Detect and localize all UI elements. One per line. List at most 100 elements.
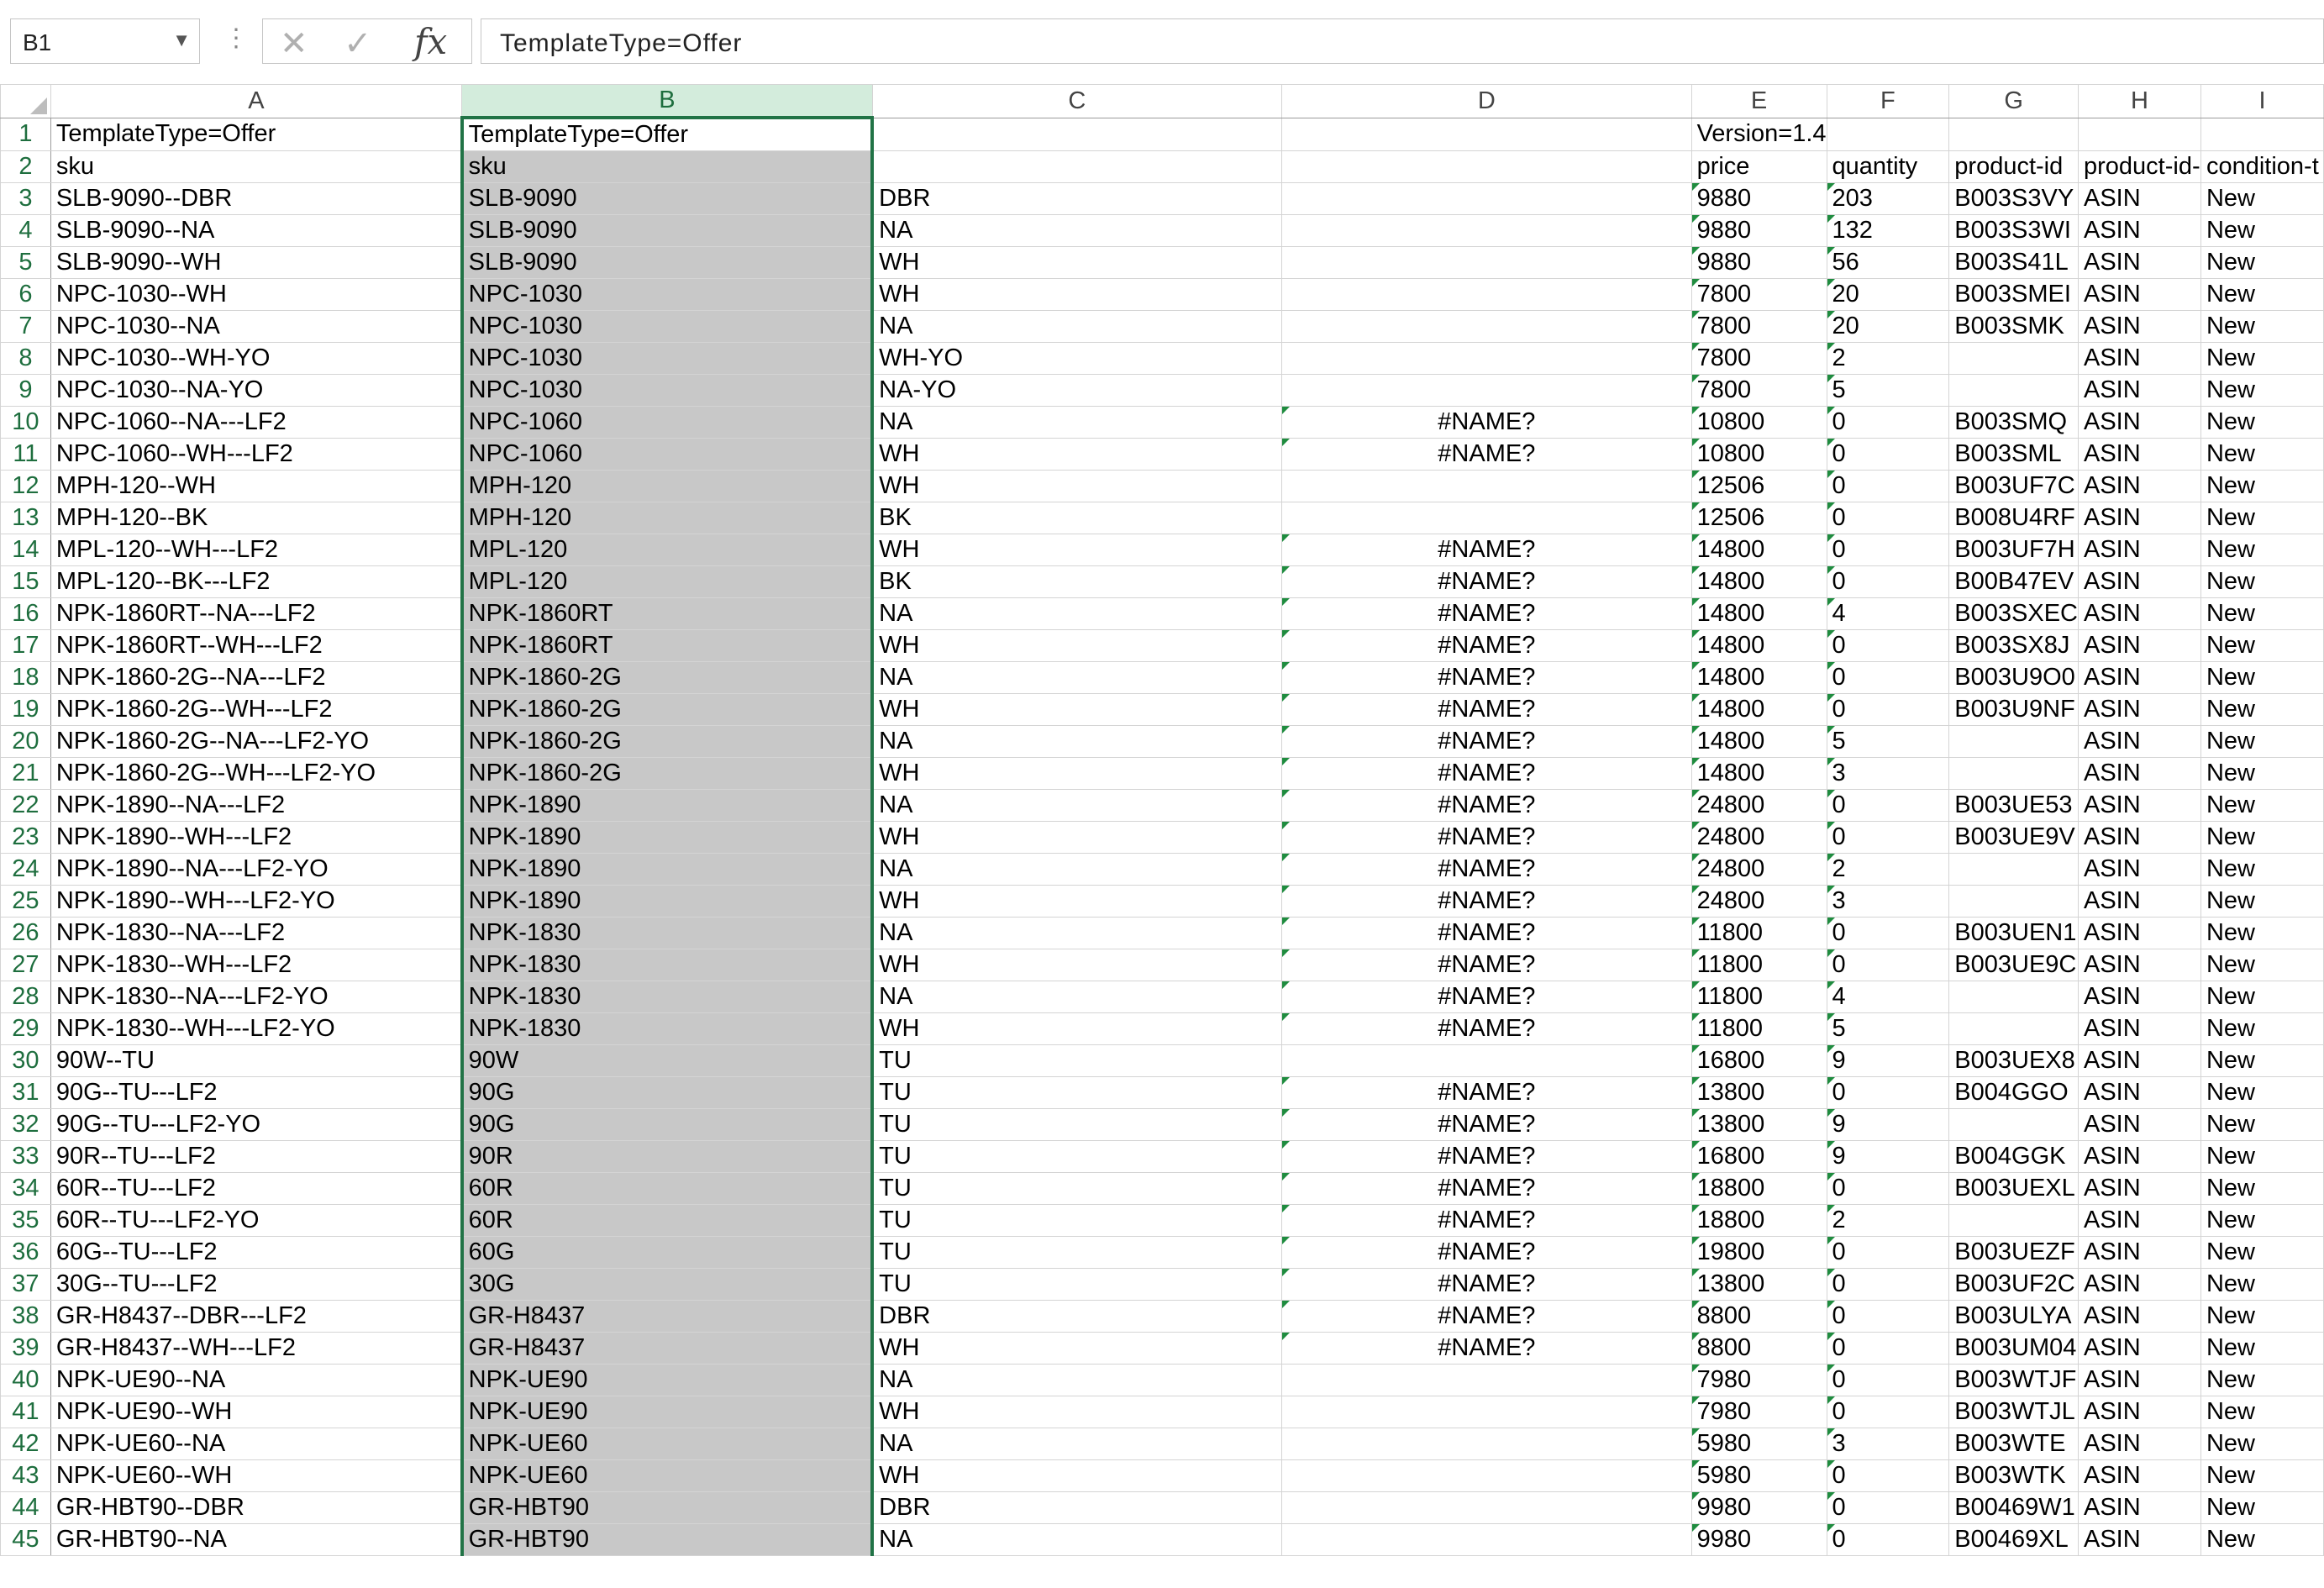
cell-f[interactable]: 0	[1826, 949, 1950, 981]
cell-f[interactable]: 0	[1826, 1364, 1950, 1396]
cell-h[interactable]: ASIN	[2077, 1300, 2201, 1333]
cell-h[interactable]: ASIN	[2077, 1172, 2201, 1205]
cell-i[interactable]: New	[2200, 725, 2324, 758]
cell-b[interactable]: TemplateType=Offer	[460, 116, 875, 151]
cell-b[interactable]: NPK-1890	[460, 885, 875, 918]
cell-g[interactable]: B003SMK	[1948, 310, 2079, 343]
cell-d[interactable]: #NAME?	[1281, 565, 1692, 598]
cell-i[interactable]: New	[2200, 374, 2324, 407]
cell-h[interactable]: ASIN	[2077, 470, 2201, 502]
row-header[interactable]: 37	[0, 1268, 51, 1301]
cell-c[interactable]: TU	[871, 1172, 1283, 1205]
cell-g[interactable]: B004GGK	[1948, 1140, 2079, 1173]
cell-b[interactable]: NPC-1030	[460, 278, 875, 311]
cell-c[interactable]: WH-YO	[871, 342, 1283, 375]
cell-e[interactable]: 9880	[1690, 182, 1827, 215]
row-header[interactable]: 31	[0, 1076, 51, 1109]
cell-c[interactable]: WH	[871, 757, 1283, 790]
cell-c[interactable]: NA	[871, 661, 1283, 694]
cell-e[interactable]: 7800	[1690, 278, 1827, 311]
cell-g[interactable]: B003UF7C	[1948, 470, 2079, 502]
cell-b[interactable]: NPK-1890	[460, 853, 875, 886]
cell-h[interactable]	[2077, 117, 2201, 151]
cell-f[interactable]: 9	[1826, 1108, 1950, 1141]
cell-b[interactable]: SLB-9090	[460, 214, 875, 247]
cell-e[interactable]: 24800	[1690, 821, 1827, 854]
row-header[interactable]: 13	[0, 502, 51, 534]
cell-e[interactable]: 9980	[1690, 1523, 1827, 1556]
cell-g[interactable]: B003UEXL	[1948, 1172, 2079, 1205]
column-header-b[interactable]: B	[461, 84, 873, 119]
cell-c[interactable]: WH	[871, 278, 1283, 311]
cell-a[interactable]: NPC-1030--NA-YO	[50, 374, 463, 407]
cell-b[interactable]: MPL-120	[460, 534, 875, 566]
column-header-i[interactable]: I	[2200, 84, 2324, 118]
cell-i[interactable]: New	[2200, 1491, 2324, 1524]
row-header[interactable]: 39	[0, 1332, 51, 1365]
cell-g[interactable]: B00469XL	[1948, 1523, 2079, 1556]
row-header[interactable]: 18	[0, 661, 51, 694]
cell-h[interactable]: ASIN	[2077, 438, 2201, 471]
cell-g[interactable]	[1948, 981, 2079, 1013]
cell-c[interactable]: NA	[871, 214, 1283, 247]
cell-e[interactable]: 10800	[1690, 406, 1827, 439]
cell-d[interactable]: #NAME?	[1281, 693, 1692, 726]
cell-g[interactable]: B003SXEC	[1948, 597, 2079, 630]
cell-f[interactable]: 56	[1826, 246, 1950, 279]
cell-d[interactable]	[1281, 1491, 1692, 1524]
cell-h[interactable]: ASIN	[2077, 1523, 2201, 1556]
cell-e[interactable]: 14800	[1690, 565, 1827, 598]
cell-a[interactable]: NPK-1860-2G--NA---LF2	[50, 661, 463, 694]
cell-c[interactable]: NA	[871, 789, 1283, 822]
cell-g[interactable]: B003UEN1	[1948, 917, 2079, 949]
cell-a[interactable]: NPK-1830--NA---LF2	[50, 917, 463, 949]
cell-c[interactable]: TU	[871, 1140, 1283, 1173]
cell-a[interactable]: 30G--TU---LF2	[50, 1268, 463, 1301]
cell-e[interactable]: 13800	[1690, 1268, 1827, 1301]
cell-d[interactable]	[1281, 1396, 1692, 1428]
cell-b[interactable]: NPK-1860RT	[460, 629, 875, 662]
cell-h[interactable]: ASIN	[2077, 1140, 2201, 1173]
cell-a[interactable]: NPK-UE90--NA	[50, 1364, 463, 1396]
cell-h[interactable]: ASIN	[2077, 757, 2201, 790]
cell-f[interactable]: 0	[1826, 1523, 1950, 1556]
cell-i[interactable]: New	[2200, 1140, 2324, 1173]
cell-d[interactable]: #NAME?	[1281, 534, 1692, 566]
row-header[interactable]: 11	[0, 438, 51, 471]
row-header[interactable]: 6	[0, 278, 51, 311]
cell-i[interactable]: New	[2200, 1268, 2324, 1301]
cell-h[interactable]: ASIN	[2077, 629, 2201, 662]
cell-b[interactable]: NPK-UE90	[460, 1396, 875, 1428]
cell-g[interactable]: B003WTJL	[1948, 1396, 2079, 1428]
cell-e[interactable]: 12506	[1690, 470, 1827, 502]
cell-f[interactable]: 0	[1826, 534, 1950, 566]
cell-h[interactable]: ASIN	[2077, 1044, 2201, 1077]
cell-g[interactable]: product-id	[1948, 150, 2079, 183]
cell-g[interactable]: B00B47EV	[1948, 565, 2079, 598]
cell-f[interactable]: 20	[1826, 310, 1950, 343]
cell-e[interactable]: 14800	[1690, 534, 1827, 566]
cell-a[interactable]: NPK-1860-2G--NA---LF2-YO	[50, 725, 463, 758]
cell-b[interactable]: NPK-1830	[460, 917, 875, 949]
cell-e[interactable]: 5980	[1690, 1459, 1827, 1492]
cell-c[interactable]: TU	[871, 1108, 1283, 1141]
cell-f[interactable]: 0	[1826, 693, 1950, 726]
cell-f[interactable]: 4	[1826, 981, 1950, 1013]
cell-b[interactable]: NPK-1890	[460, 821, 875, 854]
cell-d[interactable]: #NAME?	[1281, 1300, 1692, 1333]
row-header[interactable]: 45	[0, 1523, 51, 1556]
cell-f[interactable]: 0	[1826, 1396, 1950, 1428]
cell-d[interactable]: #NAME?	[1281, 821, 1692, 854]
cell-i[interactable]: New	[2200, 1396, 2324, 1428]
row-header[interactable]: 1	[0, 117, 51, 151]
row-header[interactable]: 24	[0, 853, 51, 886]
cell-e[interactable]: 9980	[1690, 1491, 1827, 1524]
cell-e[interactable]: 14800	[1690, 661, 1827, 694]
cell-f[interactable]: 5	[1826, 725, 1950, 758]
cell-b[interactable]: 30G	[460, 1268, 875, 1301]
cell-f[interactable]: 3	[1826, 885, 1950, 918]
cell-i[interactable]: New	[2200, 1428, 2324, 1460]
cell-c[interactable]: DBR	[871, 1491, 1283, 1524]
cell-b[interactable]: GR-HBT90	[460, 1523, 875, 1556]
row-header[interactable]: 33	[0, 1140, 51, 1173]
